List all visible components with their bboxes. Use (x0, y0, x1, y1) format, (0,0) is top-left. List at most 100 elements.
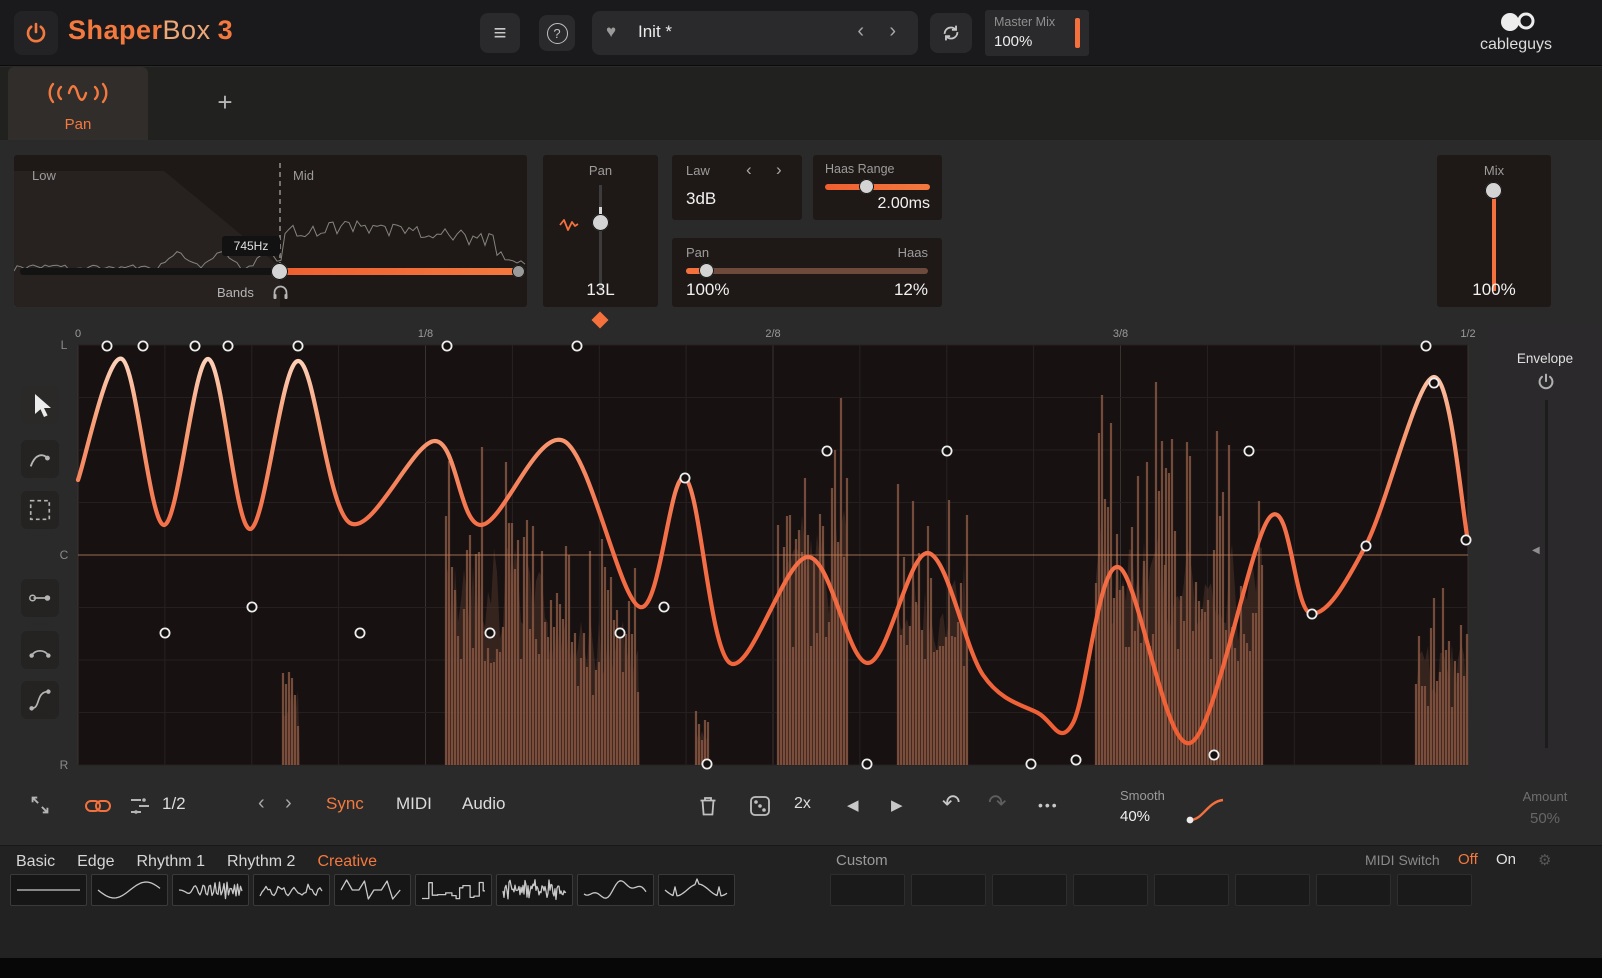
haas-range-handle[interactable] (859, 179, 874, 194)
more-options-button[interactable]: ••• (1038, 797, 1059, 813)
curve-node[interactable] (1026, 759, 1035, 768)
pan-haas-pan-value[interactable]: 100% (686, 280, 729, 300)
curve-node[interactable] (293, 341, 302, 350)
pan-haas-panel[interactable]: Pan Haas 100% 12% (672, 238, 942, 307)
band-position-marker[interactable] (592, 312, 609, 329)
law-prev-button[interactable]: ‹ (746, 161, 752, 178)
custom-slot-3[interactable] (992, 874, 1067, 906)
curve-node[interactable] (247, 602, 256, 611)
pan-haas-handle[interactable] (699, 263, 714, 278)
haas-range-track[interactable] (825, 184, 930, 190)
preset-category-basic[interactable]: Basic (16, 853, 55, 871)
curve-node[interactable] (1244, 446, 1253, 455)
loop-rate-value[interactable]: 1/2 (162, 794, 186, 814)
curve-node[interactable] (1461, 535, 1470, 544)
preset-category-rhythm-1[interactable]: Rhythm 1 (137, 853, 205, 871)
wave-thumb-ramps[interactable] (334, 874, 411, 906)
preset-name[interactable]: Init * (638, 22, 672, 42)
wave-thumb-mountains[interactable] (253, 874, 330, 906)
add-shaper-button[interactable]: + (208, 85, 242, 119)
undo-button[interactable]: ↶ (942, 790, 960, 816)
menu-button[interactable]: ≡ (480, 13, 520, 53)
amount-value[interactable]: 50% (1488, 810, 1602, 827)
redo-button[interactable]: ↷ (988, 790, 1006, 816)
pan-slider-handle[interactable] (592, 214, 609, 231)
curve-node[interactable] (659, 602, 668, 611)
curve-node[interactable] (680, 473, 689, 482)
curve-node[interactable] (702, 759, 711, 768)
tool-draw-pen[interactable] (21, 440, 59, 478)
band-right-handle[interactable] (512, 265, 525, 278)
rate-next-button[interactable]: › (285, 793, 292, 813)
favorite-heart-icon[interactable]: ♥ (606, 22, 616, 42)
mix-slider-handle[interactable] (1485, 182, 1502, 199)
tab-pan[interactable]: Pan (8, 67, 148, 140)
pan-value[interactable]: 13L (543, 280, 658, 300)
tool-line-nodes[interactable] (21, 579, 59, 617)
wave-thumb-smooth[interactable] (577, 874, 654, 906)
midi-settings-gear-icon[interactable]: ⚙ (1538, 851, 1551, 869)
tool-select-cursor[interactable] (21, 386, 59, 424)
custom-slot-8[interactable] (1397, 874, 1472, 906)
shift-right-button[interactable]: ▶ (891, 796, 903, 814)
link-waves-button[interactable] (80, 789, 116, 823)
law-panel[interactable]: Law ‹ › 3dB (672, 155, 802, 220)
curve-node[interactable] (1071, 755, 1080, 764)
curve-node[interactable] (1429, 378, 1438, 387)
bypass-power-button[interactable] (14, 11, 58, 55)
envelope-marker-icon[interactable]: ◀ (1532, 545, 1540, 556)
curve-node[interactable] (355, 628, 364, 637)
curve-node[interactable] (442, 341, 451, 350)
trigger-sync-button[interactable]: Sync (326, 794, 364, 814)
smooth-curve-control[interactable] (1183, 792, 1229, 830)
wave-thumb-noise[interactable] (496, 874, 573, 906)
curve-node[interactable] (1361, 541, 1370, 550)
band-panel[interactable]: Low Mid 745Hz Bands (14, 155, 527, 307)
haas-range-value[interactable]: 2.00ms (878, 195, 930, 213)
curve-node[interactable] (102, 341, 111, 350)
law-next-button[interactable]: › (776, 161, 782, 178)
wave-thumb-flat[interactable] (10, 874, 87, 906)
custom-slot-5[interactable] (1154, 874, 1229, 906)
trigger-midi-button[interactable]: MIDI (396, 794, 432, 814)
wave-thumb-chirp[interactable] (172, 874, 249, 906)
curve-node[interactable] (862, 759, 871, 768)
curve-node[interactable] (572, 341, 581, 350)
preset-category-rhythm-2[interactable]: Rhythm 2 (227, 853, 295, 871)
preset-category-creative[interactable]: Creative (317, 853, 377, 871)
preset-category-edge[interactable]: Edge (77, 853, 114, 871)
curve-node[interactable] (138, 341, 147, 350)
wave-thumb-steps[interactable] (415, 874, 492, 906)
mix-panel[interactable]: Mix 100% (1437, 155, 1551, 307)
haas-range-panel[interactable]: Haas Range 2.00ms (813, 155, 942, 220)
lfo-editor-canvas[interactable] (78, 345, 1468, 765)
pan-slider-panel[interactable]: Pan 13L (543, 155, 658, 307)
custom-slot-1[interactable] (830, 874, 905, 906)
custom-slot-2[interactable] (911, 874, 986, 906)
tool-marquee-select[interactable] (21, 491, 59, 529)
smooth-value[interactable]: 40% (1120, 808, 1182, 825)
band-slider-track-left[interactable] (20, 268, 280, 275)
expand-editor-button[interactable] (21, 786, 59, 824)
curve-node[interactable] (485, 628, 494, 637)
midi-switch-on-button[interactable]: On (1496, 851, 1516, 868)
shift-left-button[interactable]: ◀ (847, 796, 859, 814)
preset-reload-button[interactable] (930, 13, 972, 53)
envelope-amount-slider[interactable] (1545, 400, 1548, 748)
help-button[interactable]: ? (539, 15, 575, 51)
master-mix-control[interactable]: Master Mix 100% (985, 10, 1089, 56)
crossover-handle[interactable] (271, 263, 288, 280)
band-slider-track-mid[interactable] (280, 268, 521, 275)
pan-haas-haas-value[interactable]: 12% (894, 280, 928, 300)
curve-node[interactable] (942, 446, 951, 455)
rate-prev-button[interactable]: ‹ (258, 793, 265, 813)
wave-thumb-peaks[interactable] (658, 874, 735, 906)
mix-value[interactable]: 100% (1437, 280, 1551, 300)
envelope-power-button[interactable] (1535, 371, 1557, 393)
tool-s-curve[interactable] (21, 681, 59, 719)
randomize-button[interactable] (744, 789, 776, 823)
preset-prev-button[interactable]: ‹ (857, 21, 864, 41)
custom-slot-7[interactable] (1316, 874, 1391, 906)
law-value[interactable]: 3dB (686, 189, 716, 209)
trigger-audio-button[interactable]: Audio (462, 794, 505, 814)
